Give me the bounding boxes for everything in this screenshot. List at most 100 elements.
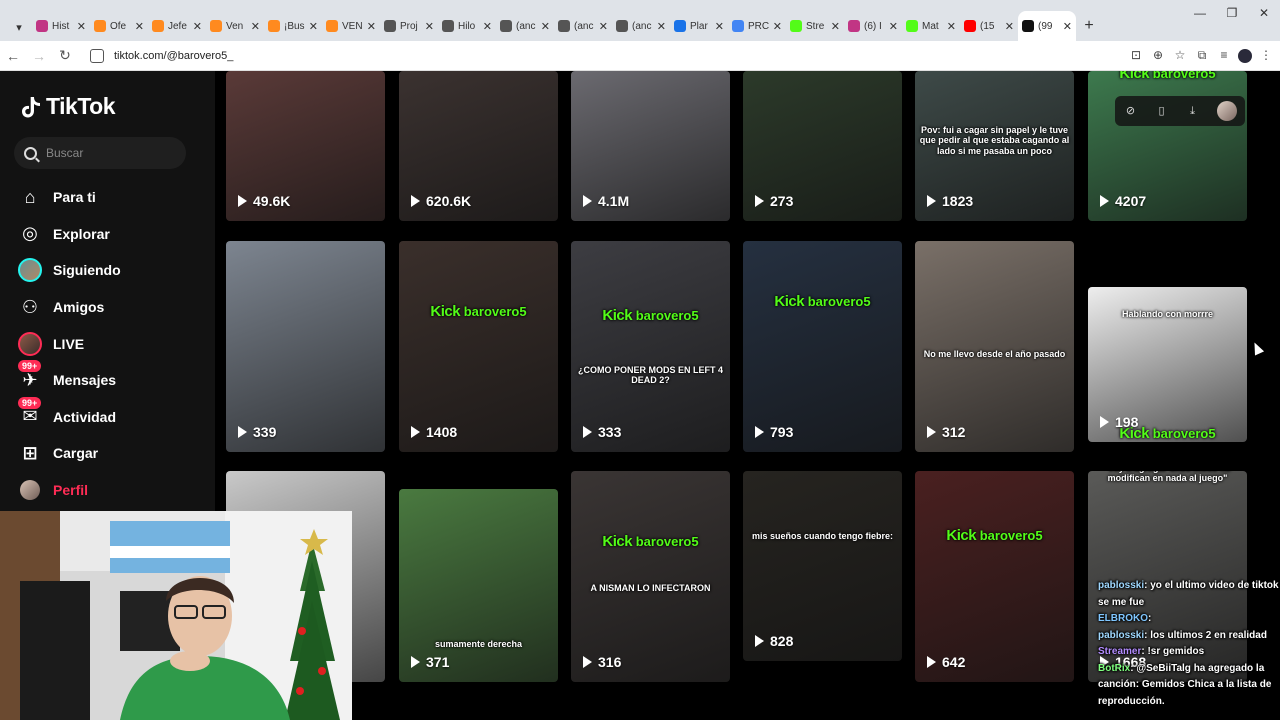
media-control-icon[interactable]: ≡ — [1216, 48, 1232, 64]
sidebar-item-perfil[interactable]: Perfil — [16, 472, 121, 509]
browser-tab[interactable]: Ven ✕ — [206, 11, 264, 41]
phone-icon[interactable]: ▯ — [1155, 104, 1169, 118]
video-thumbnail[interactable]: sumamente derecha 371 — [399, 489, 558, 682]
chat-text: : los ultimos 2 en realidad — [1144, 629, 1267, 641]
search-input[interactable] — [46, 146, 166, 160]
tab-close-icon[interactable]: ✕ — [773, 20, 782, 33]
video-thumbnail[interactable]: 273 — [743, 71, 902, 221]
browser-tab[interactable]: Mat ✕ — [902, 11, 960, 41]
video-thumbnail[interactable]: Kick barovero5 793 — [743, 241, 902, 452]
chat-message: pablosski: los ultimos 2 en realidad — [1098, 628, 1280, 645]
reload-icon[interactable]: ↻ — [52, 47, 78, 64]
tab-close-icon[interactable]: ✕ — [135, 20, 144, 33]
video-thumbnail[interactable]: A NISMAN LO INFECTARON Kick barovero5 316 — [571, 471, 730, 682]
kick-watermark: Kick barovero5 — [743, 293, 902, 310]
video-thumbnail[interactable]: 49.6K — [226, 71, 385, 221]
browser-menu-icon[interactable]: ⋮ — [1258, 48, 1274, 64]
tab-close-icon[interactable]: ✕ — [947, 20, 956, 33]
forward-icon[interactable]: → — [26, 48, 52, 64]
search-box[interactable] — [14, 137, 186, 169]
sidebar-item-actividad[interactable]: ✉ 99+ Actividad — [16, 396, 121, 436]
video-thumbnail[interactable]: ¿COMO PONER MODS EN LEFT 4 DEAD 2? Kick b… — [571, 241, 730, 452]
compass-control-icon[interactable]: ⊘ — [1124, 104, 1138, 118]
browser-tab[interactable]: (anc ✕ — [554, 11, 612, 41]
browser-tab[interactable]: Hist ✕ — [32, 11, 90, 41]
sidebar-item-cargar[interactable]: ⊞ Cargar — [16, 435, 121, 472]
tab-close-icon[interactable]: ✕ — [483, 20, 492, 33]
download-icon[interactable]: ⤓ — [1186, 104, 1200, 118]
restore-icon[interactable]: ❐ — [1216, 6, 1248, 20]
back-icon[interactable]: ← — [0, 48, 26, 64]
creator-avatar[interactable] — [1216, 101, 1237, 121]
tab-close-icon[interactable]: ✕ — [599, 20, 608, 33]
tab-close-icon[interactable]: ✕ — [425, 20, 434, 33]
install-app-icon[interactable]: ⊡ — [1128, 48, 1144, 64]
notification-badge: 99+ — [18, 396, 42, 409]
browser-tab[interactable]: (15 ✕ — [960, 11, 1018, 41]
video-thumbnail[interactable]: No me llevo desde el año pasado 312 — [915, 241, 1074, 452]
zoom-icon[interactable]: ⊕ — [1150, 48, 1166, 64]
sidebar-item-siguiendo[interactable]: Siguiendo — [16, 252, 121, 289]
view-count-value: 793 — [770, 424, 794, 440]
video-thumbnail[interactable]: 4.1M — [571, 71, 730, 221]
close-window-icon[interactable]: ✕ — [1248, 6, 1280, 20]
browser-tab[interactable]: (anc ✕ — [496, 11, 554, 41]
kick-username: barovero5 — [1152, 426, 1216, 441]
video-thumbnail[interactable]: 620.6K — [399, 71, 558, 221]
notification-badge: 99+ — [18, 360, 42, 373]
video-thumbnail[interactable]: mis sueños cuando tengo fiebre: 828 — [743, 471, 902, 661]
friends-icon: ⚇ — [21, 296, 39, 317]
video-thumbnail[interactable]: Hablando con morrre Kick barovero5 198 — [1088, 287, 1247, 442]
video-thumbnail[interactable]: 339 — [226, 241, 385, 452]
browser-tab[interactable]: Proj ✕ — [380, 11, 438, 41]
sidebar-item-para-ti[interactable]: ⌂ Para ti — [16, 179, 121, 216]
tab-close-icon[interactable]: ✕ — [1005, 20, 1014, 33]
tab-close-icon[interactable]: ✕ — [831, 20, 840, 33]
tab-close-icon[interactable]: ✕ — [77, 20, 86, 33]
view-count-value: 339 — [253, 424, 277, 440]
video-thumbnail[interactable]: Kick barovero5 1408 — [399, 241, 558, 452]
sidebar-item-amigos[interactable]: ⚇ Amigos — [16, 289, 121, 326]
browser-tab[interactable]: Hilo ✕ — [438, 11, 496, 41]
video-thumbnail[interactable]: Kick barovero5 642 — [915, 471, 1074, 682]
address-bar[interactable]: tiktok.com/@barovero5_ — [90, 48, 233, 63]
site-info-icon[interactable] — [90, 48, 104, 63]
browser-tab[interactable]: (99 ✕ — [1018, 11, 1076, 41]
tab-close-icon[interactable]: ✕ — [309, 20, 318, 33]
video-caption-overlay: Pov: fui a cagar sin papel y le tuve que… — [919, 125, 1070, 156]
kick-logo: Kick — [946, 527, 980, 544]
profile-avatar[interactable] — [1238, 49, 1252, 63]
tab-close-icon[interactable]: ✕ — [367, 20, 376, 33]
browser-tab[interactable]: (anc ✕ — [612, 11, 670, 41]
browser-tab[interactable]: (6) I ✕ — [844, 11, 902, 41]
tab-close-icon[interactable]: ✕ — [715, 20, 724, 33]
browser-tab[interactable]: PRC ✕ — [728, 11, 786, 41]
sidebar-nav: ⌂ Para ti ◎ Explorar Siguiendo ⚇ Amigos LIVE ✈ 99… — [16, 179, 121, 508]
browser-tab[interactable]: Jefe ✕ — [148, 11, 206, 41]
tab-close-icon[interactable]: ✕ — [889, 20, 898, 33]
play-icon — [1100, 416, 1109, 428]
extensions-icon[interactable]: ⧉ — [1194, 48, 1210, 64]
tab-close-icon[interactable]: ✕ — [1063, 20, 1072, 33]
tab-close-icon[interactable]: ✕ — [541, 20, 550, 33]
tiktok-logo[interactable]: TikTok — [20, 93, 116, 120]
browser-tab[interactable]: Stre ✕ — [786, 11, 844, 41]
tab-search-icon[interactable]: ▾ — [8, 13, 30, 41]
sidebar-item-explorar[interactable]: ◎ Explorar — [16, 216, 121, 253]
browser-tab[interactable]: Plar ✕ — [670, 11, 728, 41]
globe-icon — [210, 20, 222, 32]
sidebar-item-live[interactable]: LIVE — [16, 325, 121, 362]
tab-close-icon[interactable]: ✕ — [193, 20, 202, 33]
browser-tab[interactable]: VEN ✕ — [322, 11, 380, 41]
new-tab-button[interactable]: + — [1076, 11, 1102, 41]
video-thumbnail[interactable]: Kick barovero5 4207 — [1088, 71, 1247, 221]
minimize-icon[interactable]: — — [1184, 6, 1216, 20]
tab-close-icon[interactable]: ✕ — [657, 20, 666, 33]
browser-tab[interactable]: ¡Bus ✕ — [264, 11, 322, 41]
view-count-value: 333 — [598, 424, 622, 440]
bookmark-star-icon[interactable]: ☆ — [1172, 48, 1188, 64]
browser-tab[interactable]: Ofe ✕ — [90, 11, 148, 41]
sidebar-item-mensajes[interactable]: ✈ 99+ Mensajes — [16, 360, 121, 399]
video-thumbnail[interactable]: Pov: fui a cagar sin papel y le tuve que… — [915, 71, 1074, 221]
tab-close-icon[interactable]: ✕ — [251, 20, 260, 33]
